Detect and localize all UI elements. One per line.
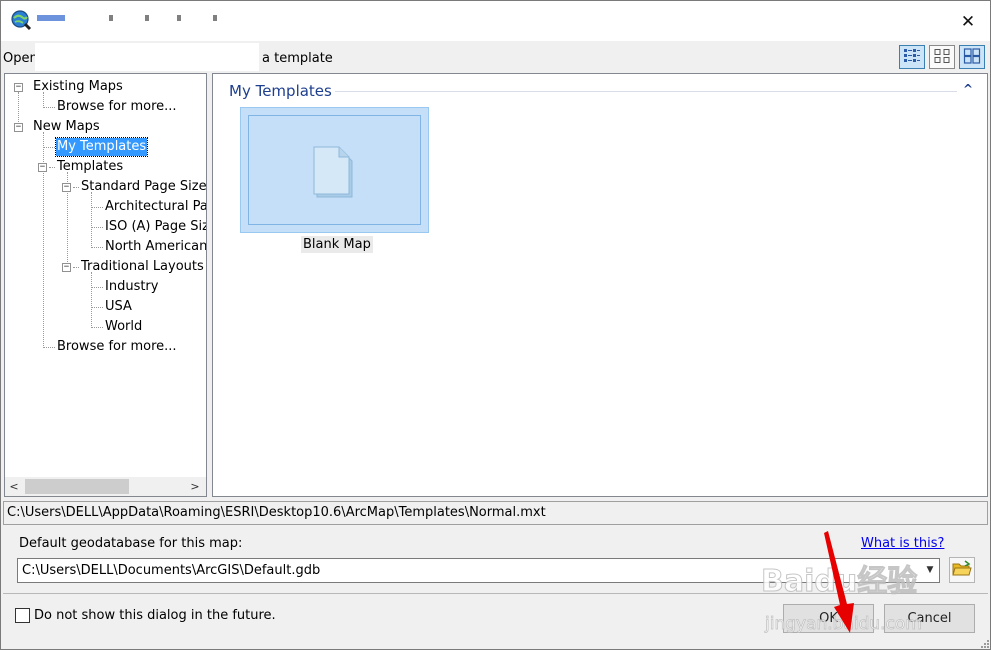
cancel-button[interactable]: Cancel (884, 604, 975, 633)
tree-item-my-templates[interactable]: My Templates (54, 137, 149, 157)
ok-button[interactable]: OK (783, 604, 874, 633)
group-divider (335, 91, 957, 92)
tree-item-industry[interactable]: Industry (104, 278, 159, 296)
tree-connector (43, 107, 55, 108)
medium-icons-view-button[interactable] (929, 45, 955, 69)
tree-connector (91, 192, 92, 248)
collapse-toggle-existing-maps[interactable]: − (14, 83, 23, 92)
tree-connector (91, 307, 103, 308)
template-tile-blank-map[interactable] (240, 107, 429, 233)
tree-item-north-american[interactable]: North American ( (104, 238, 206, 256)
tree-item-architectural[interactable]: Architectural Pag (104, 198, 206, 216)
folder-open-icon (952, 559, 972, 581)
medium-icons-view-icon (933, 48, 951, 67)
prompt-text-left: Open (3, 51, 38, 66)
large-icons-view-button[interactable] (959, 45, 985, 69)
large-icons-view-icon (963, 47, 981, 67)
geodatabase-combobox[interactable]: C:\Users\DELL\Documents\ArcGIS\Default.g… (17, 558, 940, 583)
tree-connector (91, 327, 103, 328)
tree-item-new-maps[interactable]: New Maps (32, 118, 101, 136)
close-button[interactable]: ✕ (951, 9, 985, 35)
close-icon: ✕ (960, 12, 976, 32)
tree-connector (43, 147, 55, 148)
tree-connector (73, 187, 79, 188)
scroll-thumb[interactable] (25, 479, 129, 494)
resize-grip-icon[interactable] (979, 638, 989, 648)
tree-connector (91, 287, 103, 288)
collapse-toggle-standard-page-sizes[interactable]: − (62, 183, 71, 192)
footer-separator (3, 593, 988, 594)
tree-connector (91, 227, 103, 228)
geodatabase-label: Default geodatabase for this map: (19, 536, 243, 551)
prompt-text-right: a template (262, 51, 333, 66)
tree-connector (73, 267, 79, 268)
tree-item-world[interactable]: World (104, 318, 143, 336)
new-document-dialog: ✕ Open a template − − − − − Existing Map… (0, 0, 991, 650)
collapse-group-chevron-icon[interactable]: ^ (963, 82, 973, 96)
collapse-toggle-templates[interactable]: − (38, 163, 47, 172)
collapse-toggle-traditional-layouts[interactable]: − (62, 263, 71, 272)
arcmap-globe-icon (10, 9, 32, 31)
tree-item-iso[interactable]: ISO (A) Page Siz (104, 218, 206, 236)
tree-item-browse-existing[interactable]: Browse for more... (56, 98, 178, 116)
group-header: My Templates (229, 82, 332, 100)
tree-item-templates[interactable]: Templates (56, 158, 124, 176)
details-view-icon (903, 48, 921, 67)
dont-show-label[interactable]: Do not show this dialog in the future. (34, 608, 276, 623)
horizontal-scrollbar[interactable]: < > (5, 477, 206, 496)
what-is-this-link[interactable]: What is this? (861, 536, 944, 551)
template-path-display: C:\Users\DELL\AppData\Roaming\ESRI\Deskt… (3, 501, 988, 525)
tree-item-existing-maps[interactable]: Existing Maps (32, 78, 124, 96)
tree-connector (43, 347, 55, 348)
scroll-right-arrow-icon[interactable]: > (187, 479, 203, 494)
tree-connector (91, 207, 103, 208)
blank-document-icon (312, 144, 358, 203)
tree-item-usa[interactable]: USA (104, 298, 133, 316)
chevron-down-icon[interactable]: ▼ (921, 559, 939, 582)
window-title (37, 15, 247, 21)
geodatabase-value: C:\Users\DELL\Documents\ArcGIS\Default.g… (22, 563, 321, 578)
tree-item-standard-page-sizes[interactable]: Standard Page Sizes (80, 178, 206, 196)
prompt-redacted-area (35, 43, 259, 71)
scroll-left-arrow-icon[interactable]: < (6, 479, 22, 494)
template-tree[interactable]: − − − − − Existing Maps Browse for more.… (4, 73, 207, 497)
details-view-button[interactable] (899, 45, 925, 69)
tree-connector (18, 92, 19, 126)
tree-connector (91, 272, 92, 328)
template-name-label[interactable]: Blank Map (301, 236, 373, 253)
tree-item-traditional-layouts[interactable]: Traditional Layouts (80, 258, 205, 276)
tree-item-browse-more[interactable]: Browse for more... (56, 338, 178, 356)
browse-geodatabase-button[interactable] (949, 557, 975, 583)
template-gallery[interactable]: My Templates ^ Blank Map (212, 73, 988, 497)
collapse-toggle-new-maps[interactable]: − (14, 123, 23, 132)
toolbar: Open a template (1, 41, 990, 73)
tree-connector (91, 247, 103, 248)
title-bar: ✕ (1, 1, 990, 41)
tree-connector (49, 167, 55, 168)
dont-show-checkbox[interactable] (15, 608, 30, 623)
